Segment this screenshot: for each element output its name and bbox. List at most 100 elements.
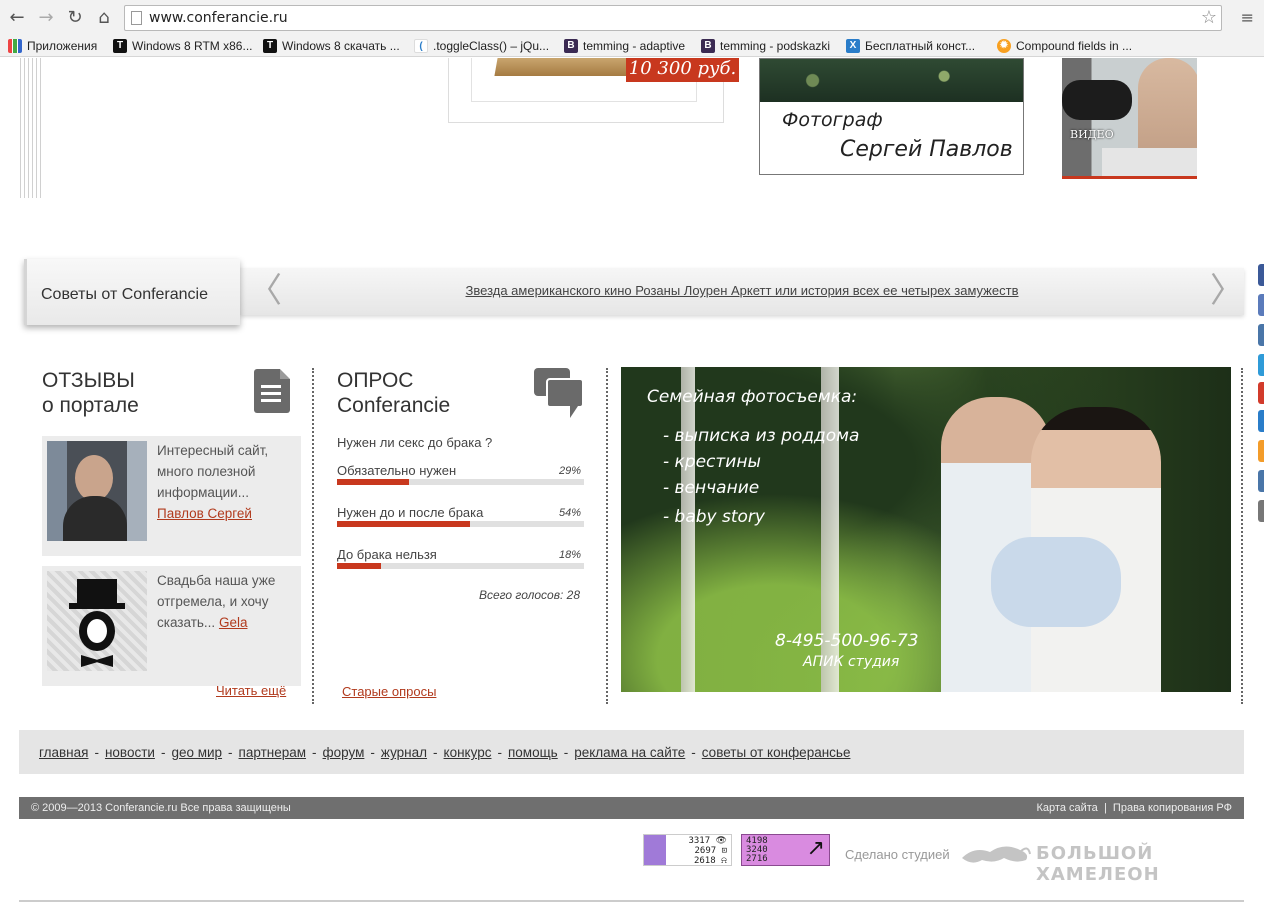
footer-nav-link[interactable]: журнал (381, 745, 427, 760)
counter-value: 2618 ⍾ (693, 856, 727, 866)
decorative-stripes (20, 58, 42, 198)
footer-nav-separator: - (94, 745, 99, 760)
b-icon: B (701, 39, 715, 53)
copyright-text: © 2009—2013 Conferancie.ru Все права защ… (31, 802, 291, 814)
avatar[interactable] (47, 571, 147, 671)
share-button-vk[interactable] (1258, 294, 1264, 316)
baby-figure (991, 537, 1121, 627)
poll-option[interactable]: Нужен до и после брака 54% (337, 505, 584, 527)
column-divider (1241, 368, 1243, 704)
footer-nav-link[interactable]: форум (323, 745, 365, 760)
share-button-google[interactable] (1258, 382, 1264, 404)
photographer-banner[interactable]: Фотограф Сергей Павлов (759, 58, 1024, 175)
liveinternet-counter[interactable]: 4198 3240 2716 ↗ (741, 834, 830, 866)
page-icon (131, 11, 142, 25)
review-card: Интересный сайт, много полезной информац… (42, 436, 301, 556)
footer-nav-link[interactable]: главная (39, 745, 88, 760)
url-text[interactable]: www.conferancie.ru (149, 10, 288, 26)
bookmark-star-icon[interactable]: ☆ (1201, 7, 1217, 28)
poll-option-percent: 18% (558, 549, 581, 561)
counter-value: 2716 (746, 854, 768, 864)
banner-item: - выписка из роддома (663, 426, 860, 446)
tips-article-link[interactable]: Звезда американского кино Розаны Лоурен … (240, 283, 1244, 298)
video-thumbnail[interactable]: ВИДЕО (1062, 58, 1197, 176)
review-author-link[interactable]: Павлов Сергей (157, 506, 252, 521)
bookmark-toggleclass[interactable]: (.toggleClass() – jQu... (414, 38, 549, 54)
bookmark-temming-podskazki[interactable]: Btemming - podskazki (701, 38, 830, 54)
poll-bar-fill (337, 479, 409, 485)
poll-total-votes: Всего голосов: 28 (478, 588, 580, 602)
review-excerpt: Интересный сайт, много полезной информац… (157, 443, 269, 500)
footer-nav-separator: - (691, 745, 696, 760)
share-button-vk-alt[interactable] (1258, 324, 1264, 346)
b-icon: B (564, 39, 578, 53)
review-card: Свадьба наша уже отгремела, и хочу сказа… (42, 566, 301, 686)
share-button-facebook[interactable] (1258, 264, 1264, 286)
banner-heading: Семейная фотосъемка: (647, 387, 858, 407)
home-button[interactable]: ⌂ (93, 7, 115, 29)
bookmarks-bar: Приложения T Windows 8 RTM x86... T Window… (0, 35, 1264, 57)
footer-nav-separator: - (497, 745, 502, 760)
footer-nav-link[interactable]: реклама на сайте (574, 745, 685, 760)
reload-button[interactable]: ↻ (64, 7, 86, 29)
bookmark-windows8-download[interactable]: T Windows 8 скачать ... (263, 38, 400, 54)
browser-menu-icon[interactable]: ≡ (1241, 8, 1254, 27)
studio-logo[interactable]: БОЛЬШОЙ ХАМЕЛЕОН (1036, 843, 1264, 885)
avatar[interactable] (47, 441, 147, 541)
bookmark-free-constructor[interactable]: X Бесплатный конст... (846, 38, 975, 54)
poll-option-label: Обязательно нужен (337, 463, 457, 478)
video-underline (1062, 176, 1197, 179)
forward-button[interactable]: → (35, 7, 57, 29)
footer-nav-separator: - (228, 745, 233, 760)
visit-counter[interactable]: 3317 👁 2697 ⊡ 2618 ⍾ (643, 834, 732, 866)
read-more-link[interactable]: Читать ещё (216, 683, 286, 698)
footer-nav-link[interactable]: новости (105, 745, 155, 760)
address-bar[interactable]: www.conferancie.ru ☆ (124, 5, 1222, 31)
poll-title: ОПРОС Conferancie (337, 368, 450, 418)
counter-chart-icon (644, 835, 666, 865)
bookmark-apps[interactable]: Приложения (8, 38, 97, 54)
poll-option[interactable]: Обязательно нужен 29% (337, 463, 584, 485)
share-button-more[interactable] (1258, 500, 1264, 522)
chameleon-logo-icon (962, 846, 1031, 863)
poll-bar-fill (337, 563, 382, 569)
bookmark-compound-fields[interactable]: ✹ Compound fields in ... (997, 38, 1132, 54)
banner-phone: 8-495-500-96-73 (775, 631, 919, 651)
apps-icon (8, 39, 22, 53)
poll-section: ОПРОС Conferancie (337, 368, 450, 418)
footer-nav-link[interactable]: конкурс (444, 745, 492, 760)
video-person-shirt (1102, 148, 1197, 176)
price-tag[interactable]: 10 300 руб. (626, 58, 739, 82)
share-button-twitter[interactable] (1258, 354, 1264, 376)
sitemap-link[interactable]: Карта сайта (1037, 802, 1098, 814)
share-button-mail[interactable] (1258, 410, 1264, 432)
poll-title-line1: ОПРОС (337, 369, 414, 392)
review-excerpt: Свадьба наша уже отгремела, и хочу сказа… (157, 573, 276, 630)
t-icon: T (113, 39, 127, 53)
copyright-divider: | (1101, 802, 1110, 814)
bookmark-temming-adaptive[interactable]: Btemming - adaptive (564, 38, 685, 54)
share-button-odnoklassniki[interactable] (1258, 440, 1264, 462)
document-icon (254, 369, 290, 413)
review-text: Интересный сайт, много полезной информац… (157, 440, 297, 524)
divider-glyph: | (1103, 802, 1107, 814)
footer-nav-link[interactable]: партнерам (239, 745, 306, 760)
share-button-livejournal[interactable] (1258, 470, 1264, 492)
bookmark-windows8-rtm[interactable]: T Windows 8 RTM x86... (113, 38, 252, 54)
top-hat-shape (77, 579, 117, 605)
footer-nav-link[interactable]: geo мир (171, 745, 222, 760)
photographer-banner-image (760, 59, 1023, 102)
column-divider (312, 368, 314, 704)
poll-option[interactable]: До брака нельзя 18% (337, 547, 584, 569)
poll-option-label: Нужен до и после брака (337, 505, 484, 520)
old-polls-link[interactable]: Старые опросы (342, 684, 436, 699)
rights-link[interactable]: Права копирования РФ (1113, 802, 1232, 814)
back-button[interactable]: ← (6, 7, 28, 29)
family-photo-banner[interactable]: Семейная фотосъемка: - выписка из роддом… (621, 367, 1231, 692)
counter-values: 4198 3240 2716 (746, 837, 768, 864)
c-icon: ✹ (997, 39, 1011, 53)
footer-nav-link[interactable]: помощь (508, 745, 558, 760)
review-author-link[interactable]: Gela (219, 615, 248, 630)
copyright-bar: © 2009—2013 Conferancie.ru Все права защ… (19, 797, 1244, 819)
footer-nav-link[interactable]: советы от конферансье (702, 745, 851, 760)
